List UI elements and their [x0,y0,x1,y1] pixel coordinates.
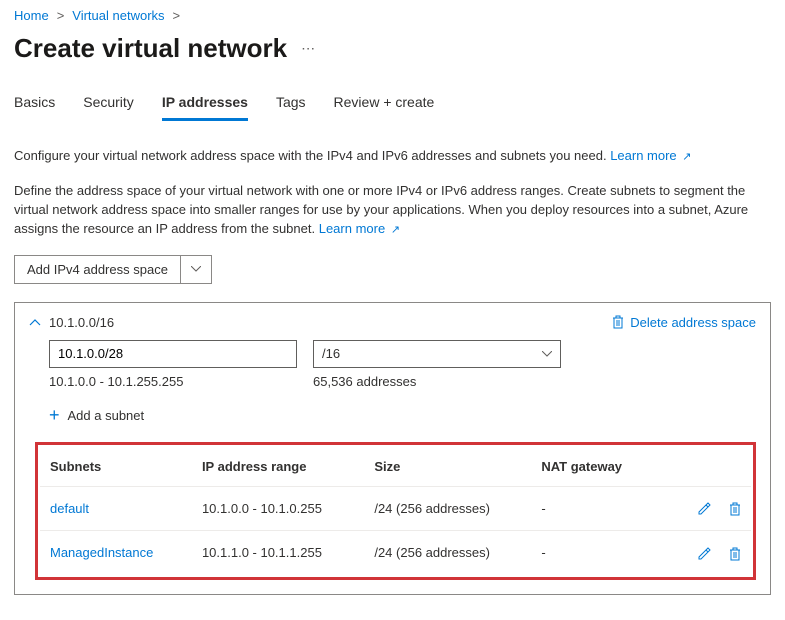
trash-icon[interactable] [729,547,741,561]
trash-icon[interactable] [729,502,741,516]
learn-more-link-2[interactable]: Learn more ↗ [319,221,400,236]
plus-icon: + [49,405,60,426]
cell-range: 10.1.1.0 - 10.1.1.255 [192,531,364,575]
add-ipv4-address-space-button[interactable]: Add IPv4 address space [14,255,212,284]
tab-review-create[interactable]: Review + create [334,88,435,121]
chevron-down-icon [542,351,552,357]
description-text-2: Define the address space of your virtual… [14,182,771,239]
tab-tags[interactable]: Tags [276,88,306,121]
breadcrumb-vnets[interactable]: Virtual networks [72,8,164,23]
chevron-right-icon: > [173,8,181,23]
cell-size: /24 (256 addresses) [364,486,531,531]
col-size: Size [364,447,531,487]
table-row: default 10.1.0.0 - 10.1.0.255 /24 (256 a… [40,486,751,531]
cell-size: /24 (256 addresses) [364,531,531,575]
subnets-table-highlight: Subnets IP address range Size NAT gatewa… [35,442,756,580]
breadcrumb: Home > Virtual networks > [14,8,771,23]
page-title: Create virtual network [14,33,287,64]
tab-security[interactable]: Security [83,88,134,121]
trash-icon [612,315,624,329]
breadcrumb-home[interactable]: Home [14,8,49,23]
cell-range: 10.1.0.0 - 10.1.0.255 [192,486,364,531]
prefix-select[interactable]: /16 [313,340,561,368]
tab-ip-addresses[interactable]: IP addresses [162,88,248,121]
chevron-up-icon[interactable] [29,318,41,326]
delete-address-space-button[interactable]: Delete address space [612,315,756,330]
address-space-title: 10.1.0.0/16 [49,315,114,330]
cell-nat: - [531,531,655,575]
col-subnets: Subnets [40,447,192,487]
table-row: ManagedInstance 10.1.1.0 - 10.1.1.255 /2… [40,531,751,575]
edit-icon[interactable] [697,547,711,561]
subnet-link-default[interactable]: default [50,501,89,516]
more-icon[interactable]: ⋯ [301,40,317,57]
tabs: Basics Security IP addresses Tags Review… [14,88,771,121]
address-count-text: 65,536 addresses [313,374,416,389]
chevron-down-icon[interactable] [181,256,211,283]
chevron-right-icon: > [57,8,65,23]
learn-more-link-1[interactable]: Learn more ↗ [610,148,691,163]
edit-icon[interactable] [697,502,711,516]
col-range: IP address range [192,447,364,487]
subnet-link-managedinstance[interactable]: ManagedInstance [50,545,153,560]
address-space-panel: 10.1.0.0/16 Delete address space /16 10.… [14,302,771,595]
external-link-icon: ↗ [391,224,400,236]
subnets-table: Subnets IP address range Size NAT gatewa… [40,447,751,575]
address-range-input[interactable] [49,340,297,368]
col-nat: NAT gateway [531,447,655,487]
description-text-1: Configure your virtual network address s… [14,147,771,166]
cell-nat: - [531,486,655,531]
add-subnet-button[interactable]: + Add a subnet [49,405,756,426]
tab-basics[interactable]: Basics [14,88,55,121]
external-link-icon: ↗ [682,151,691,163]
address-range-text: 10.1.0.0 - 10.1.255.255 [49,374,297,389]
